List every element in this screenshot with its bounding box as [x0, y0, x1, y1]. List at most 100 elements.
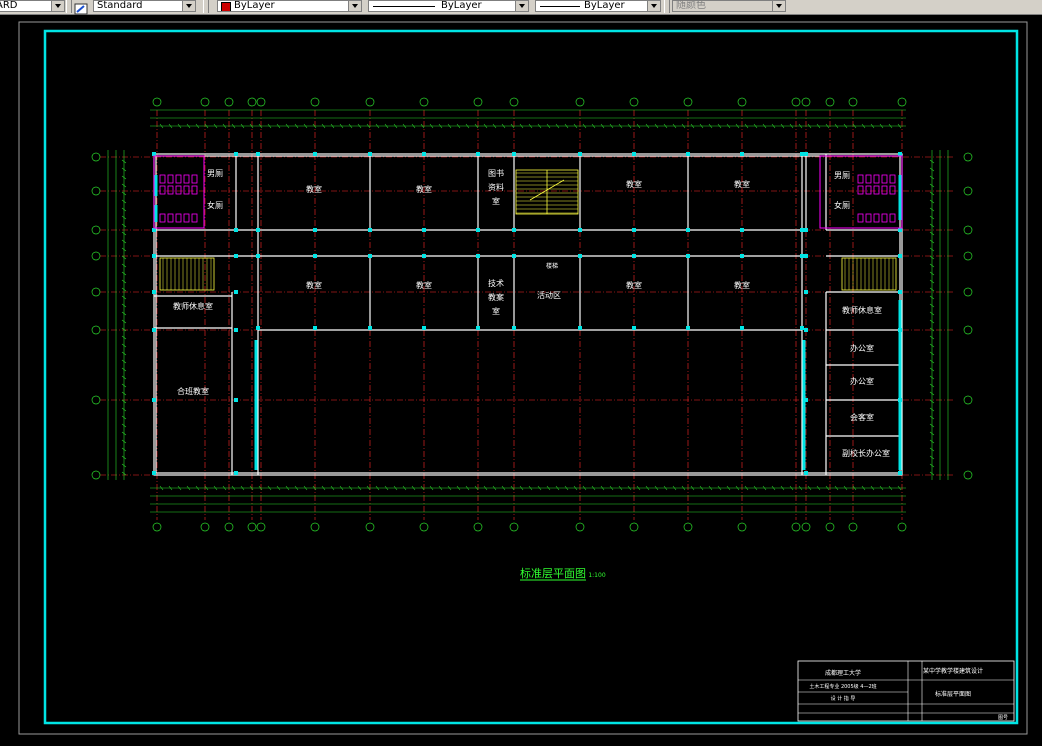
column: [740, 254, 744, 258]
axis-bubble: [419, 97, 429, 107]
column: [800, 326, 804, 330]
room-label: 教室: [416, 184, 432, 194]
dimension-style-dropdown[interactable]: ARD: [0, 0, 65, 12]
room-label: 教师休息室: [842, 305, 882, 315]
axis-bubble: [247, 97, 257, 107]
axis-bubble: [801, 522, 811, 532]
toilet-stall: [183, 213, 190, 223]
stair-main: [515, 169, 579, 215]
toilet-stall: [881, 174, 888, 184]
floor-plan-drawing[interactable]: 教室 教室 教室 教室 教室 教室 教室 教室 图书 资料 室 技术 教案 室 …: [0, 14, 1042, 742]
axis-bubble: [91, 325, 101, 335]
title-block-class-info: 土木工程专业 2005级 4—2班: [809, 683, 876, 690]
toilet-stall: [167, 174, 174, 184]
title-block-project: 某中学教学楼建筑设计: [923, 667, 983, 675]
column: [422, 326, 426, 330]
chevron-down-icon[interactable]: [647, 1, 660, 11]
axis-bubble: [963, 186, 973, 196]
column: [512, 152, 516, 156]
plot-style-dropdown[interactable]: 随颜色: [672, 0, 786, 12]
axis-bubble: [683, 522, 693, 532]
toilet-stall: [175, 174, 182, 184]
drawing-canvas[interactable]: 教室 教室 教室 教室 教室 教室 教室 教室 图书 资料 室 技术 教案 室 …: [0, 14, 1042, 742]
axis-bubble: [152, 97, 162, 107]
axis-bubble: [791, 522, 801, 532]
text-style-icon[interactable]: [74, 0, 90, 15]
column: [800, 228, 804, 232]
column: [476, 326, 480, 330]
chevron-down-icon[interactable]: [772, 1, 785, 11]
room-label: 副校长办公室: [842, 448, 890, 458]
toilet-stall: [881, 213, 888, 223]
text-style-value: Standard: [97, 0, 143, 11]
column: [804, 328, 808, 332]
toilet-stall: [191, 185, 198, 195]
axis-bubble: [91, 470, 101, 480]
text-style-dropdown[interactable]: Standard: [93, 0, 196, 12]
column: [476, 228, 480, 232]
column: [313, 152, 317, 156]
toolbar-separator: [664, 0, 670, 13]
column: [804, 290, 808, 294]
axis-bubble: [575, 522, 585, 532]
axis-bubble: [737, 522, 747, 532]
column: [578, 228, 582, 232]
color-control-dropdown[interactable]: ByLayer: [217, 0, 362, 12]
toilet-stall: [175, 213, 182, 223]
column: [804, 254, 808, 258]
column: [152, 152, 156, 156]
color-control-value: ByLayer: [234, 0, 275, 11]
toilet-room-outline: [153, 155, 205, 229]
toolbar-separator: [203, 0, 209, 13]
column: [313, 228, 317, 232]
toilet-stall: [889, 185, 896, 195]
room-label: 室: [492, 196, 500, 206]
axis-bubble: [963, 325, 973, 335]
chevron-down-icon[interactable]: [182, 1, 195, 11]
room-label: 教案: [488, 292, 504, 302]
axis-bubble: [473, 97, 483, 107]
room-label: 教室: [734, 280, 750, 290]
axis-bubble: [91, 395, 101, 405]
column: [368, 326, 372, 330]
linetype-preview-icon: [373, 6, 435, 7]
chevron-down-icon[interactable]: [51, 1, 64, 11]
axis-bubble: [365, 97, 375, 107]
column: [632, 326, 636, 330]
column: [256, 254, 260, 258]
room-label: 图书: [488, 168, 504, 178]
axis-bubble: [509, 522, 519, 532]
toilet-stall: [865, 174, 872, 184]
chevron-down-icon[interactable]: [515, 1, 528, 11]
axis-bubble: [224, 97, 234, 107]
axis-bubble: [91, 251, 101, 261]
axis-bubble: [683, 97, 693, 107]
axis-bubble: [91, 152, 101, 162]
stair-treads: [162, 172, 894, 290]
lineweight-control-value: ByLayer: [584, 0, 625, 11]
axis-bubble: [963, 251, 973, 261]
chevron-down-icon[interactable]: [348, 1, 361, 11]
linetype-control-dropdown[interactable]: ByLayer: [368, 0, 529, 12]
toilet-stall: [857, 213, 864, 223]
axis-bubble: [247, 522, 257, 532]
title-block-sheet-name: 标准层平面图: [935, 690, 971, 698]
axis-bubble: [473, 522, 483, 532]
axis-bubble: [310, 522, 320, 532]
column: [804, 152, 808, 156]
column: [686, 326, 690, 330]
axis-bubble: [848, 97, 858, 107]
column: [234, 398, 238, 402]
room-label: 办公室: [850, 343, 874, 353]
outer-wall-inner-line: [155, 155, 901, 474]
axis-lines: [100, 110, 955, 520]
column: [686, 254, 690, 258]
axis-bubble: [897, 97, 907, 107]
axis-bubble: [897, 522, 907, 532]
column: [632, 254, 636, 258]
lineweight-control-dropdown[interactable]: ByLayer: [535, 0, 661, 12]
toilet-stall: [191, 213, 198, 223]
column: [152, 328, 156, 332]
column: [152, 228, 156, 232]
column: [256, 228, 260, 232]
